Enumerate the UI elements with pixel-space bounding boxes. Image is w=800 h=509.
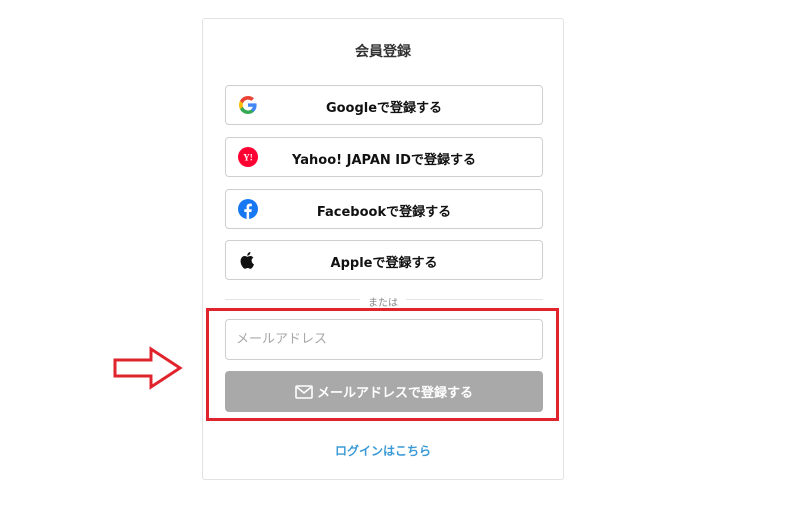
google-signup-button[interactable]: Googleで登録する	[225, 85, 543, 125]
yahoo-signup-button[interactable]: Y! Yahoo! JAPAN IDで登録する	[225, 137, 543, 177]
apple-signup-button[interactable]: Appleで登録する	[225, 240, 543, 280]
email-signup-label: メールアドレスで登録する	[316, 385, 473, 400]
facebook-signup-label: Facebookで登録する	[316, 205, 452, 220]
email-signup-content: メールアドレスで登録する	[225, 382, 543, 401]
google-signup-label: Googleで登録する	[325, 101, 443, 116]
divider-text: または	[360, 298, 406, 309]
annotation-arrow-icon	[113, 346, 183, 390]
login-link[interactable]: ログインはこちら	[203, 442, 563, 459]
email-input[interactable]	[225, 319, 543, 360]
mail-icon	[295, 385, 313, 399]
yahoo-signup-label: Yahoo! JAPAN IDで登録する	[292, 153, 476, 168]
apple-signup-label: Appleで登録する	[330, 256, 438, 271]
email-signup-button[interactable]: メールアドレスで登録する	[225, 371, 543, 412]
signup-card: 会員登録 Googleで登録する Y! Yahoo! JAPAN IDで登録する…	[202, 18, 564, 480]
page-title: 会員登録	[355, 44, 411, 60]
divider: または	[203, 291, 563, 310]
facebook-signup-button[interactable]: Facebookで登録する	[225, 189, 543, 229]
